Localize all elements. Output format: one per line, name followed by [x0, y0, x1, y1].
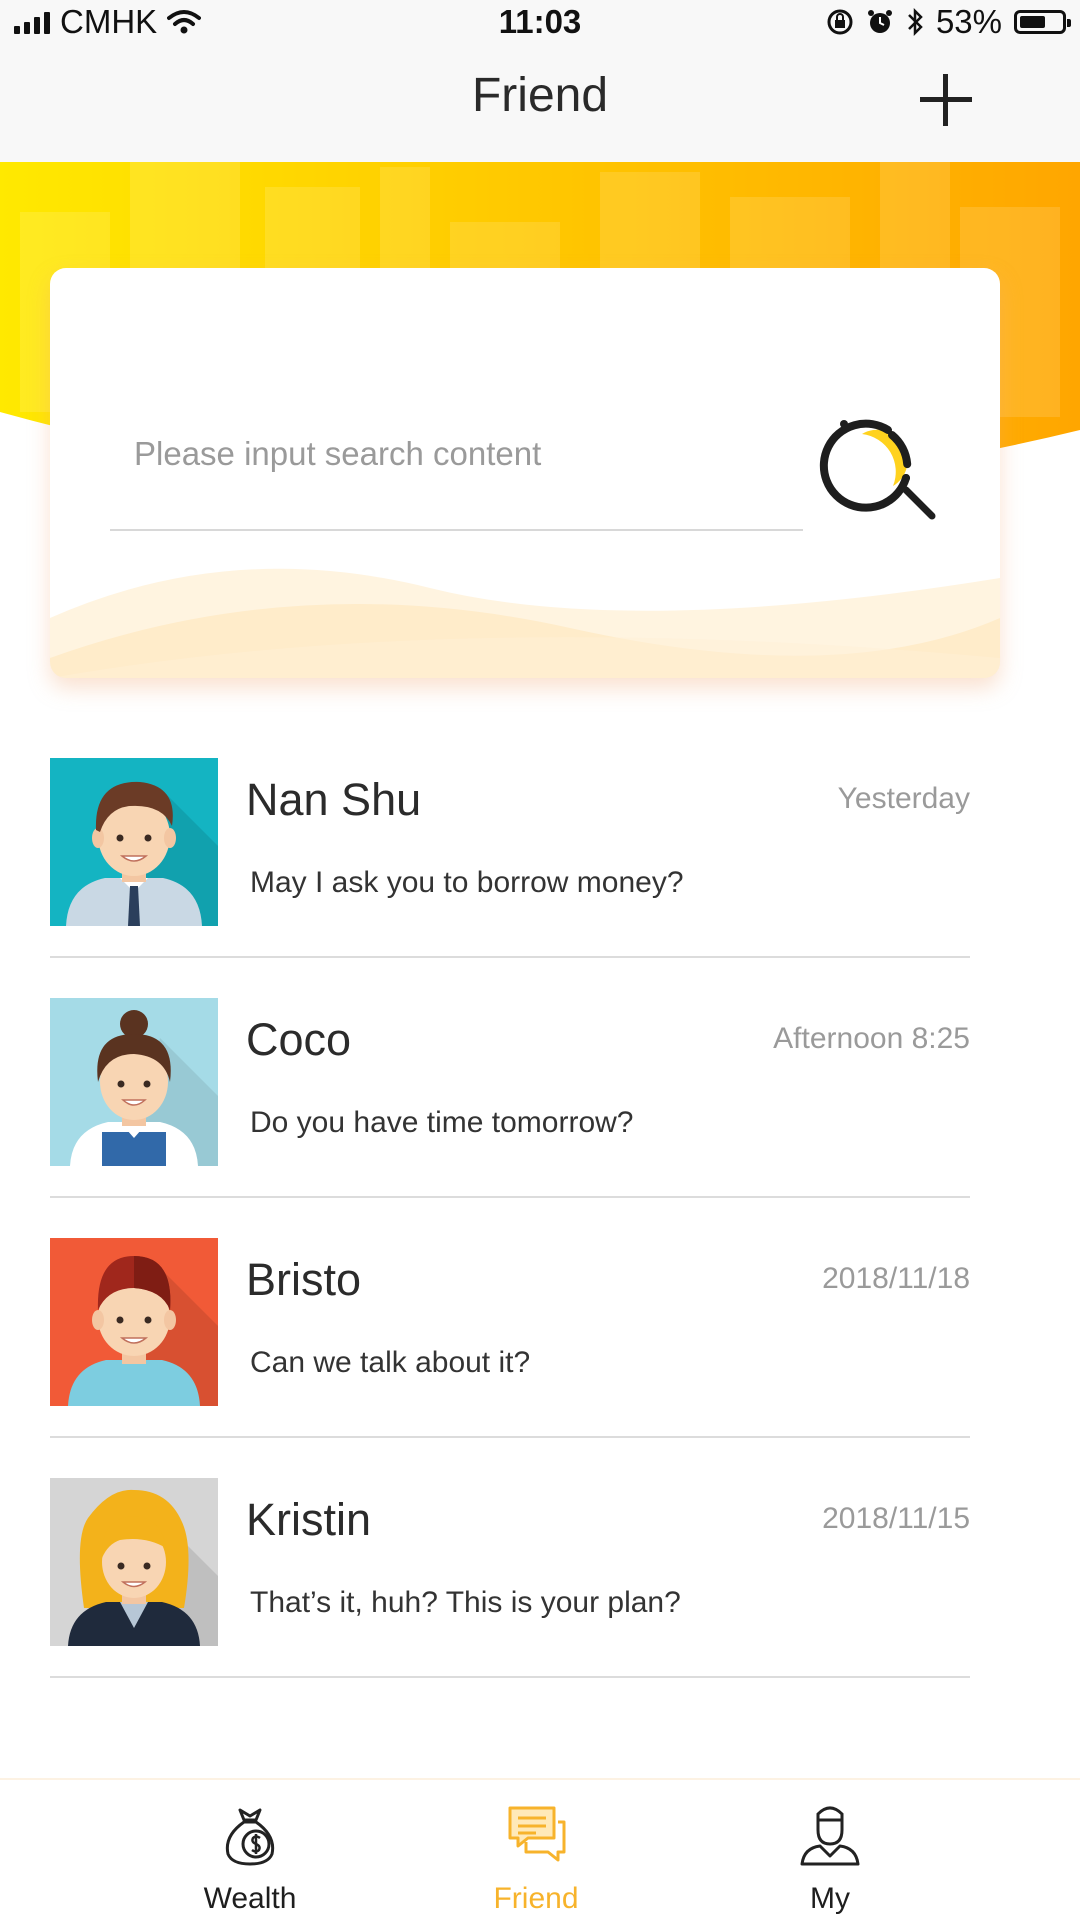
tab-friend[interactable]: Friend	[436, 1780, 636, 1922]
user-icon	[800, 1806, 860, 1866]
friend-item-bristo[interactable]: Bristo 2018/11/18 Can we talk about it?	[50, 1238, 970, 1478]
avatar	[50, 1238, 218, 1406]
wave-decoration	[50, 568, 1000, 678]
friend-time: 2018/11/18	[822, 1262, 970, 1295]
tab-my[interactable]: My	[730, 1780, 930, 1922]
woman-avatar-icon	[70, 1010, 218, 1166]
friend-time: 2018/11/15	[822, 1502, 970, 1535]
man-avatar-icon	[68, 1256, 218, 1406]
divider	[50, 956, 970, 958]
friend-name: Bristo	[246, 1254, 362, 1305]
woman-avatar-icon	[68, 1489, 218, 1646]
tab-label: Friend	[493, 1882, 579, 1915]
friend-item-coco[interactable]: Coco Afternoon 8:25 Do you have time tom…	[50, 998, 970, 1238]
bluetooth-icon	[908, 7, 923, 37]
tab-label: Wealth	[203, 1882, 297, 1915]
search-card	[50, 268, 1000, 678]
status-right: 53%	[826, 3, 1071, 41]
rotation-lock-icon	[827, 9, 853, 35]
add-friend-button[interactable]	[920, 74, 972, 126]
battery-icon	[1014, 10, 1071, 34]
chat-icon	[508, 1806, 566, 1862]
status-bar: CMHK 11:03 53%	[0, 0, 1080, 44]
friend-time: Afternoon 8:25	[773, 1022, 970, 1055]
search-button[interactable]	[810, 394, 940, 524]
friend-time: Yesterday	[837, 782, 970, 815]
divider	[50, 1676, 970, 1678]
tab-bar: Wealth Friend My	[0, 1778, 1080, 1922]
friend-list: Nan Shu Yesterday May I ask you to borro…	[50, 758, 970, 1718]
friend-message: May I ask you to borrow money?	[250, 866, 684, 899]
nav-bar: Friend	[0, 44, 1080, 162]
friend-item-nan-shu[interactable]: Nan Shu Yesterday May I ask you to borro…	[50, 758, 970, 998]
friend-name: Nan Shu	[246, 774, 422, 825]
man-avatar-icon	[66, 781, 218, 926]
avatar	[50, 1478, 218, 1646]
tab-label: My	[810, 1882, 850, 1915]
search-underline	[110, 529, 803, 531]
search-icon	[819, 419, 936, 520]
avatar	[50, 758, 218, 926]
search-input[interactable]	[110, 428, 800, 480]
divider	[50, 1196, 970, 1198]
battery-percent: 53%	[935, 3, 1002, 40]
friend-name: Coco	[246, 1014, 352, 1065]
friend-message: Can we talk about it?	[250, 1346, 531, 1379]
avatar	[50, 998, 218, 1166]
friend-item-kristin[interactable]: Kristin 2018/11/15 That’s it, huh? This …	[50, 1478, 970, 1718]
tab-wealth[interactable]: Wealth	[150, 1780, 350, 1922]
divider	[50, 1436, 970, 1438]
alarm-icon	[867, 10, 892, 33]
page-title: Friend	[471, 69, 609, 122]
friend-name: Kristin	[246, 1494, 372, 1545]
friend-message: That’s it, huh? This is your plan?	[250, 1586, 681, 1619]
friend-message: Do you have time tomorrow?	[250, 1106, 634, 1139]
money-bag-icon	[225, 1808, 275, 1866]
